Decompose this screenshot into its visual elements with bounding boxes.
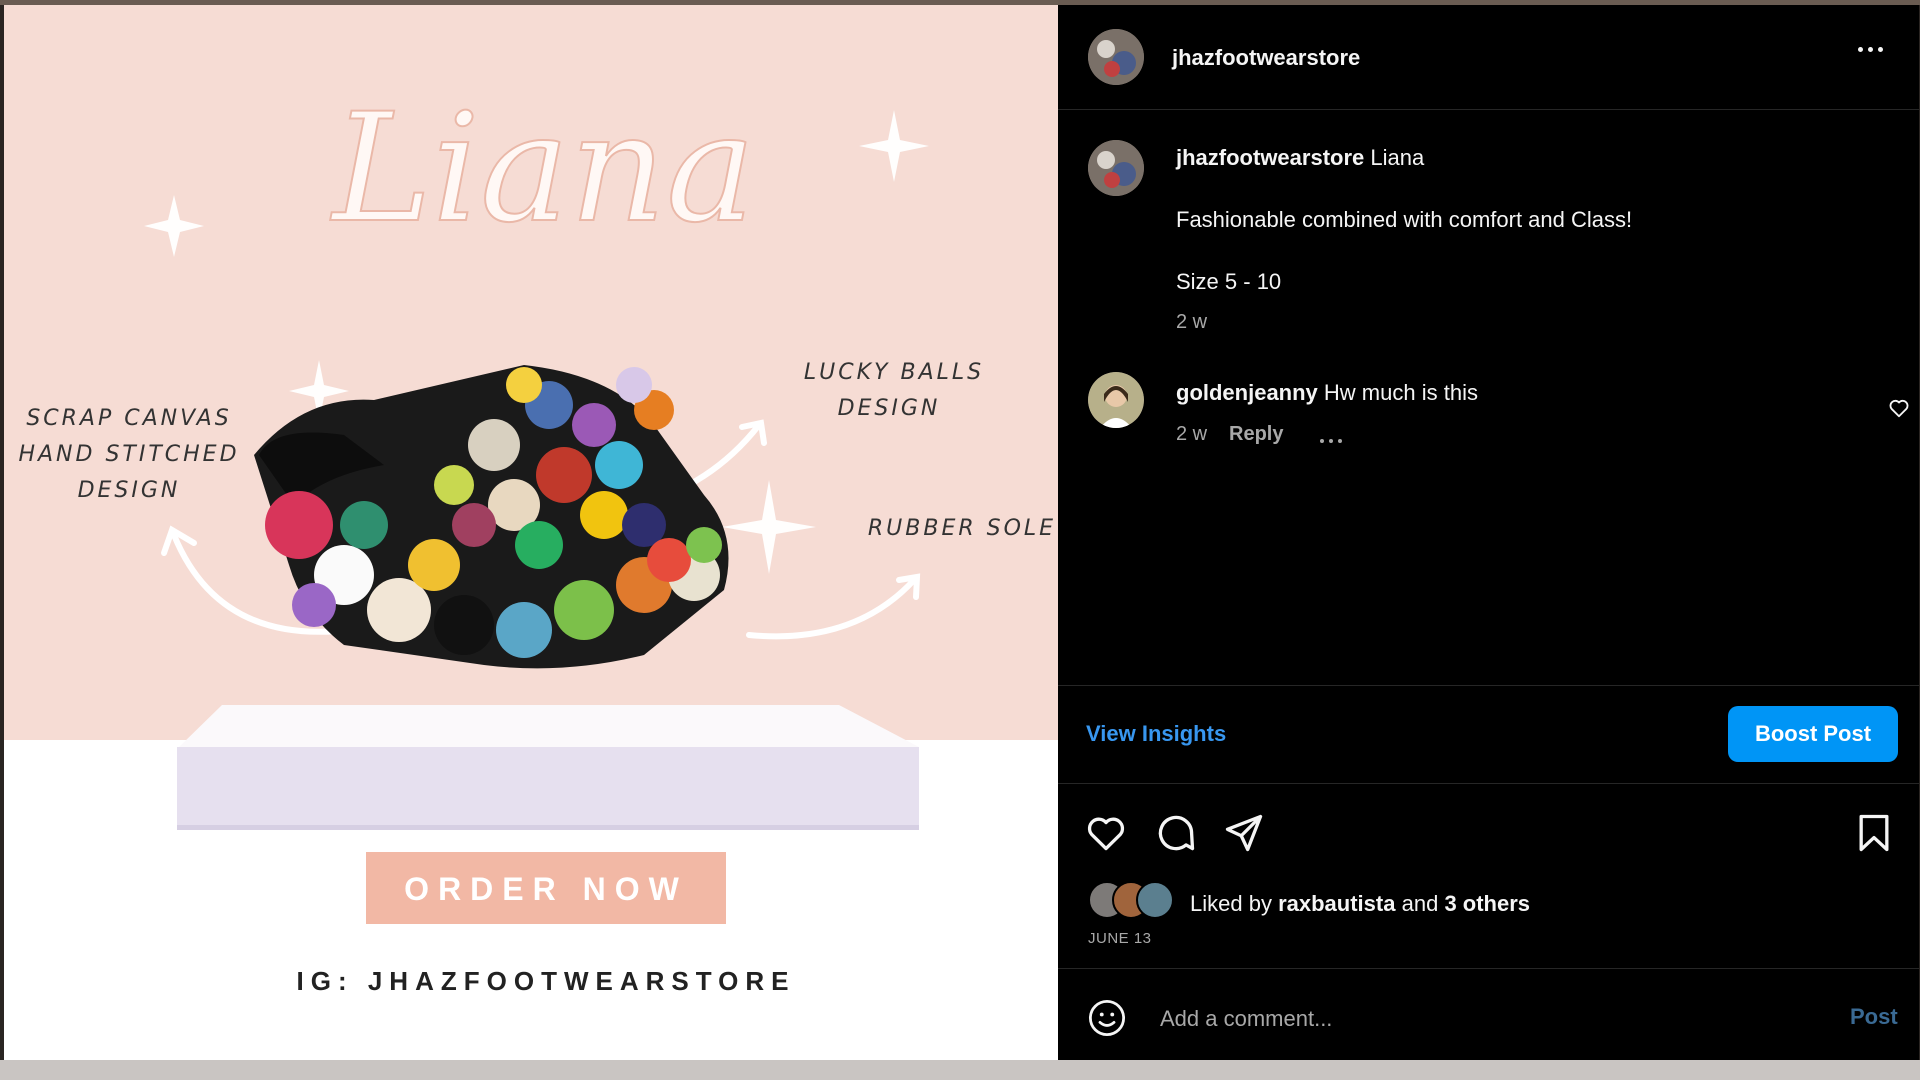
liked-by-others[interactable]: 3 others — [1444, 891, 1530, 916]
liked-by-user[interactable]: raxbautista — [1278, 891, 1395, 916]
liked-by-prefix: Liked by — [1190, 891, 1272, 916]
liker-avatars[interactable] — [1088, 881, 1178, 921]
liked-by-joiner: and — [1401, 891, 1439, 916]
post-comment-button[interactable]: Post — [1850, 1004, 1898, 1030]
callout-top-right-2: DESIGN — [838, 396, 941, 421]
callout-top-right-1: LUCKY BALLS — [804, 360, 984, 385]
more-options-icon[interactable] — [1858, 39, 1894, 55]
small-heart-icon[interactable] — [1888, 397, 1912, 421]
emoji-icon[interactable] — [1086, 997, 1128, 1039]
caption-header: jhazfootwearstore Liana — [1176, 145, 1424, 171]
avatar[interactable] — [1088, 29, 1144, 85]
caption-title: Liana — [1370, 145, 1425, 170]
view-insights-link[interactable]: View Insights — [1086, 721, 1226, 747]
comment-more-icon[interactable] — [1320, 430, 1350, 443]
post-modal: Liana SCRAP CANVAS HAND STITCHED DESIGN … — [4, 5, 1919, 1060]
avatar — [1136, 881, 1174, 919]
caption-timestamp: 2 w — [1176, 311, 1208, 333]
post-image: Liana SCRAP CANVAS HAND STITCHED DESIGN … — [4, 5, 1058, 1060]
caption-username[interactable]: jhazfootwearstore — [1176, 145, 1364, 170]
caption-line-1: Fashionable combined with comfort and Cl… — [1176, 207, 1633, 232]
callout-right: RUBBER SOLE — [868, 516, 1056, 541]
bookmark-icon[interactable] — [1852, 811, 1896, 855]
header-username[interactable]: jhazfootwearstore — [1172, 45, 1360, 71]
comment-icon[interactable] — [1154, 811, 1198, 855]
divider — [1058, 685, 1919, 686]
comment-username[interactable]: goldenjeanny — [1176, 380, 1318, 405]
reply-button[interactable]: Reply — [1229, 423, 1283, 446]
shoe-illustration — [254, 365, 729, 669]
caption-avatar[interactable] — [1088, 140, 1144, 196]
callout-left-1: SCRAP CANVAS — [26, 406, 231, 431]
liked-by-text: Liked by raxbautista and 3 others — [1190, 891, 1530, 917]
post-date: JUNE 13 — [1088, 930, 1152, 947]
comment-text: Hw much is this — [1323, 380, 1478, 405]
image-title: Liana — [329, 82, 755, 256]
callout-left-3: DESIGN — [78, 478, 181, 503]
post-sidebar: jhazfootwearstore jhazfootwearstore Lian… — [1058, 5, 1919, 1060]
comment-body: goldenjeanny Hw much is this — [1176, 380, 1478, 406]
divider — [1058, 783, 1919, 784]
order-now-text: ORDER NOW — [404, 871, 688, 907]
divider — [1058, 968, 1919, 969]
share-icon[interactable] — [1222, 811, 1266, 855]
callout-left-2: HAND STITCHED — [18, 442, 239, 467]
heart-icon[interactable] — [1084, 811, 1128, 855]
boost-post-button[interactable]: Boost Post — [1728, 706, 1898, 762]
comment-input[interactable] — [1158, 998, 1782, 1040]
post-header: jhazfootwearstore — [1058, 5, 1919, 110]
commenter-avatar[interactable] — [1088, 372, 1144, 428]
comment-timestamp: 2 w — [1176, 423, 1208, 445]
background-strip-bottom — [0, 1060, 1920, 1080]
caption-line-2: Size 5 - 10 — [1176, 269, 1282, 294]
ig-handle-text: IG: JHAZFOOTWEARSTORE — [297, 966, 796, 996]
